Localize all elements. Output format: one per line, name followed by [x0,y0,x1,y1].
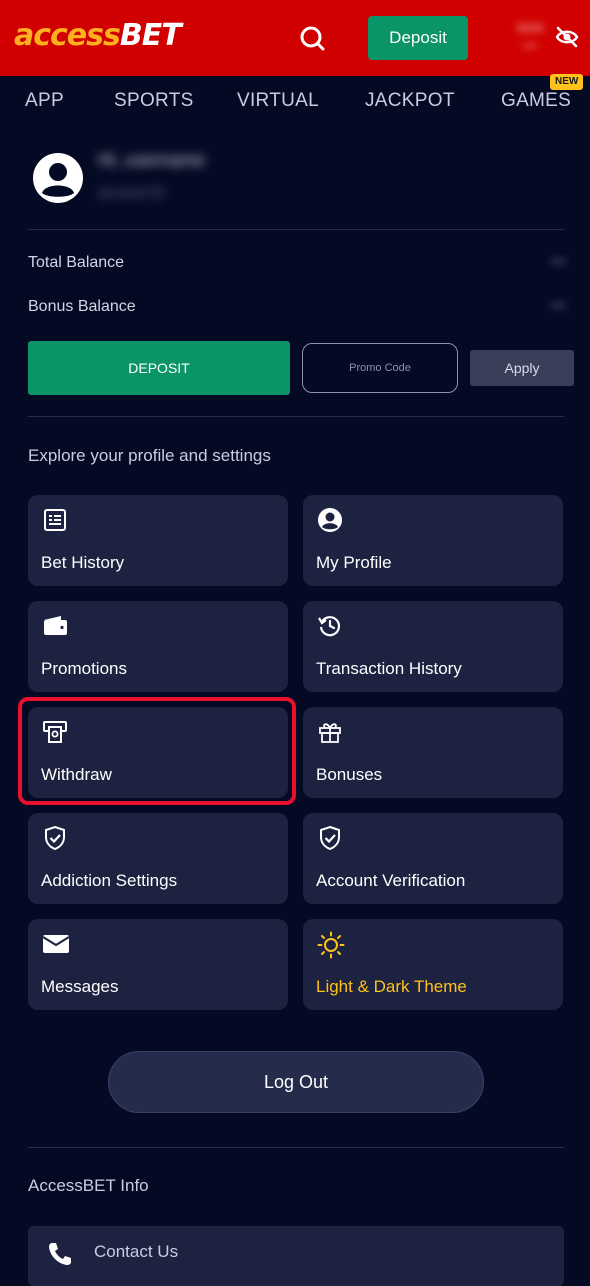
messages-label: Messages [41,977,119,996]
shield-check-icon [42,825,68,851]
hide-balance-eye-icon[interactable] [554,24,580,50]
shield-check-icon [317,825,343,851]
bonus-balance-value: *** [550,300,566,315]
nav-games[interactable]: GAMES [501,90,571,112]
user-greeting: Hi, username [98,150,206,170]
search-icon[interactable] [296,22,330,56]
total-balance-value: *** [550,256,566,271]
contact-us-label: Contact Us [94,1242,179,1261]
header-balance-line1: NGN [516,21,544,35]
user-circle-icon [317,507,343,533]
settings-section-title: Explore your profile and settings [28,446,271,465]
divider [28,416,564,417]
withdraw-highlight-box [18,697,296,805]
deposit-button[interactable]: DEPOSIT [28,341,290,395]
top-header: accessBET Deposit NGN *** [0,0,590,76]
bonuses-label: Bonuses [316,765,383,784]
addiction-settings-label: Addiction Settings [41,871,178,890]
main-nav: APP SPORTS VIRTUAL JACKPOT GAMES [0,76,590,124]
logo-text-access: access [14,18,121,53]
envelope-icon [42,931,70,957]
header-balance: NGN *** [514,18,546,58]
transaction-history-label: Transaction History [316,659,462,678]
divider [28,1147,564,1148]
gift-icon [317,719,343,745]
contact-us-row[interactable]: Contact Us [28,1226,564,1286]
logout-button[interactable]: Log Out [108,1051,484,1113]
phone-icon [46,1240,74,1268]
info-section-title: AccessBET Info [28,1176,149,1195]
promotions-card[interactable]: Promotions [28,601,288,692]
addiction-settings-card[interactable]: Addiction Settings [28,813,288,904]
promotions-label: Promotions [41,659,127,678]
nav-sports[interactable]: SPORTS [114,90,194,112]
messages-card[interactable]: Messages [28,919,288,1010]
nav-virtual[interactable]: VIRTUAL [237,90,319,112]
history-icon [317,613,343,639]
light-dark-theme-label: Light & Dark Theme [316,977,467,996]
header-deposit-button[interactable]: Deposit [368,16,468,60]
apply-button[interactable]: Apply [470,350,574,386]
new-badge: NEW [550,74,584,90]
my-profile-card[interactable]: My Profile [303,495,563,586]
logo-text-bet: BET [119,18,182,53]
bet-history-card[interactable]: Bet History [28,495,288,586]
header-balance-line2: *** [522,41,537,55]
transaction-history-card[interactable]: Transaction History [303,601,563,692]
account-verification-card[interactable]: Account Verification [303,813,563,904]
nav-app[interactable]: APP [25,90,64,112]
sun-icon [317,931,345,959]
divider [28,229,564,230]
avatar [32,152,84,204]
bonus-balance-label: Bonus Balance [28,298,136,315]
accessbet-logo[interactable]: accessBET [14,18,182,53]
total-balance-label: Total Balance [28,254,125,271]
nav-jackpot[interactable]: JACKPOT [365,90,455,112]
bet-history-label: Bet History [41,553,125,572]
wallet-icon [42,613,68,639]
my-profile-label: My Profile [316,553,392,572]
bonuses-card[interactable]: Bonuses [303,707,563,798]
light-dark-theme-card[interactable]: Light & Dark Theme [303,919,563,1010]
user-account-id: account ID [98,184,165,200]
account-verification-label: Account Verification [316,871,466,890]
promo-code-input[interactable] [302,343,458,393]
receipt-icon [42,507,68,533]
